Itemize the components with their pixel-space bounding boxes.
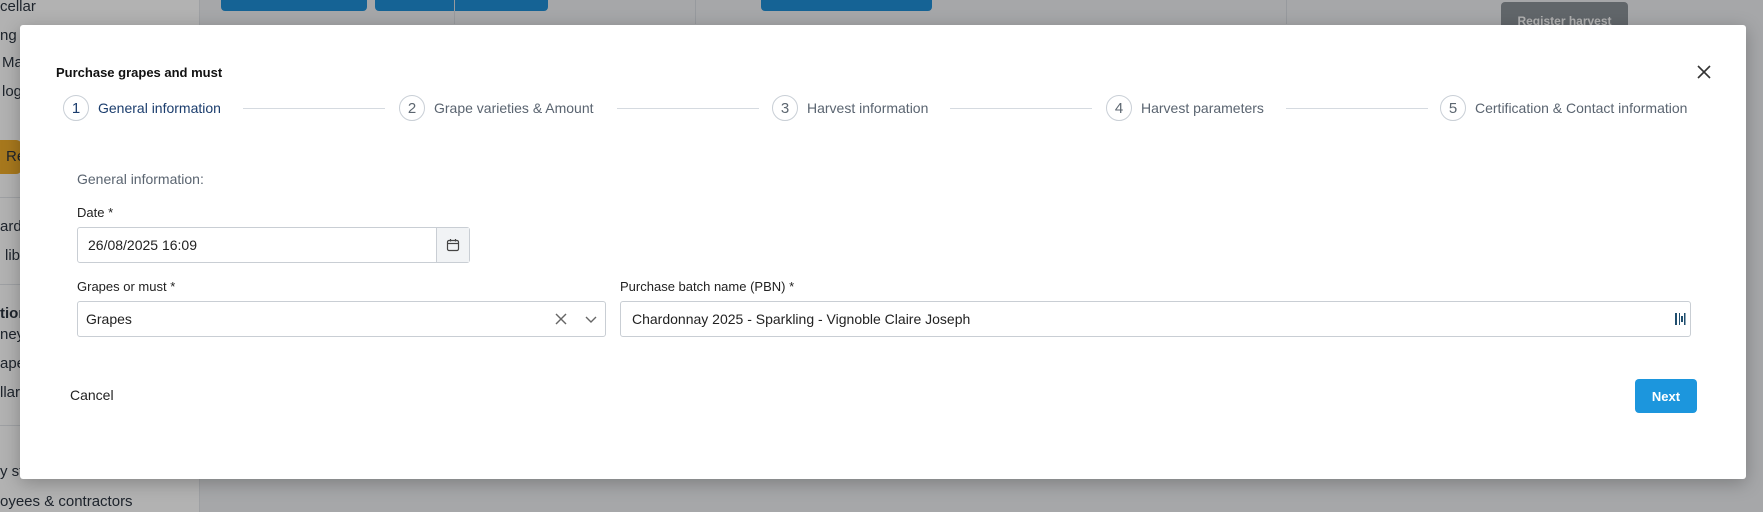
close-button[interactable] bbox=[1693, 61, 1715, 83]
step-general-information[interactable]: 1 General information bbox=[63, 93, 221, 123]
barcode-button[interactable] bbox=[1674, 310, 1686, 333]
step-label: Harvest parameters bbox=[1141, 100, 1264, 116]
date-value: 26/08/2025 16:09 bbox=[88, 237, 197, 253]
date-field[interactable]: 26/08/2025 16:09 bbox=[77, 227, 470, 263]
modal-title: Purchase grapes and must bbox=[56, 65, 223, 80]
step-connector bbox=[243, 108, 385, 109]
step-connector bbox=[950, 108, 1092, 109]
step-number: 2 bbox=[399, 95, 425, 121]
step-connector bbox=[617, 108, 759, 109]
pbn-input[interactable]: Chardonnay 2025 - Sparkling - Vignoble C… bbox=[620, 301, 1691, 337]
grapes-or-must-select[interactable]: Grapes bbox=[77, 301, 606, 337]
calendar-icon bbox=[446, 239, 460, 252]
section-title: General information: bbox=[77, 171, 204, 187]
grapes-or-must-value: Grapes bbox=[86, 311, 132, 327]
step-number: 1 bbox=[63, 95, 89, 121]
step-connector bbox=[1286, 108, 1428, 109]
step-certification-contact[interactable]: 5 Certification & Contact information bbox=[1440, 93, 1687, 123]
step-grape-varieties[interactable]: 2 Grape varieties & Amount bbox=[399, 93, 594, 123]
step-label: Certification & Contact information bbox=[1475, 100, 1688, 116]
step-label: Harvest information bbox=[807, 100, 929, 116]
step-number: 4 bbox=[1106, 95, 1132, 121]
step-harvest-parameters[interactable]: 4 Harvest parameters bbox=[1106, 93, 1264, 123]
pbn-value: Chardonnay 2025 - Sparkling - Vignoble C… bbox=[632, 311, 971, 327]
stepper: 1 General information 2 Grape varieties … bbox=[63, 93, 1728, 125]
barcode-icon bbox=[1675, 313, 1686, 325]
step-number: 5 bbox=[1440, 95, 1466, 121]
close-icon bbox=[1697, 65, 1711, 79]
calendar-button[interactable] bbox=[436, 228, 469, 262]
chevron-down-icon[interactable] bbox=[583, 311, 599, 327]
step-number: 3 bbox=[772, 95, 798, 121]
cancel-button[interactable]: Cancel bbox=[70, 387, 114, 403]
step-label: Grape varieties & Amount bbox=[434, 100, 594, 116]
date-label: Date * bbox=[77, 205, 114, 220]
purchase-grapes-modal: Purchase grapes and must 1 General infor… bbox=[20, 25, 1746, 479]
step-label: General information bbox=[98, 100, 221, 116]
clear-icon[interactable] bbox=[553, 311, 569, 327]
grapes-or-must-label: Grapes or must * bbox=[77, 279, 176, 294]
pbn-label: Purchase batch name (PBN) * bbox=[620, 279, 795, 294]
step-harvest-information[interactable]: 3 Harvest information bbox=[772, 93, 928, 123]
next-button[interactable]: Next bbox=[1635, 379, 1697, 413]
